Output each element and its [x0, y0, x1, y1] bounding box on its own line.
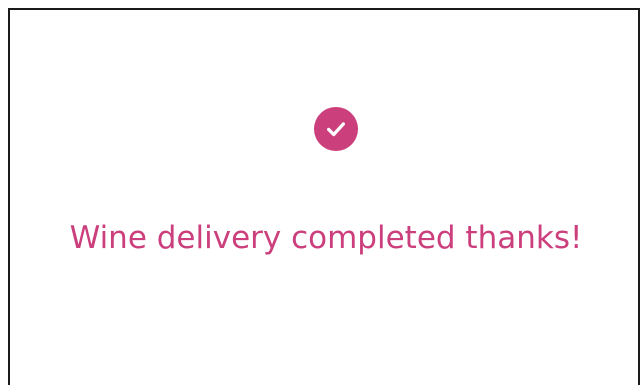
confirmation-message: Wine delivery completed thanks! [69, 220, 583, 256]
check-circle-icon [314, 107, 358, 151]
confirmation-panel: Wine delivery completed thanks! [8, 8, 640, 385]
checkmark-icon [327, 122, 345, 137]
